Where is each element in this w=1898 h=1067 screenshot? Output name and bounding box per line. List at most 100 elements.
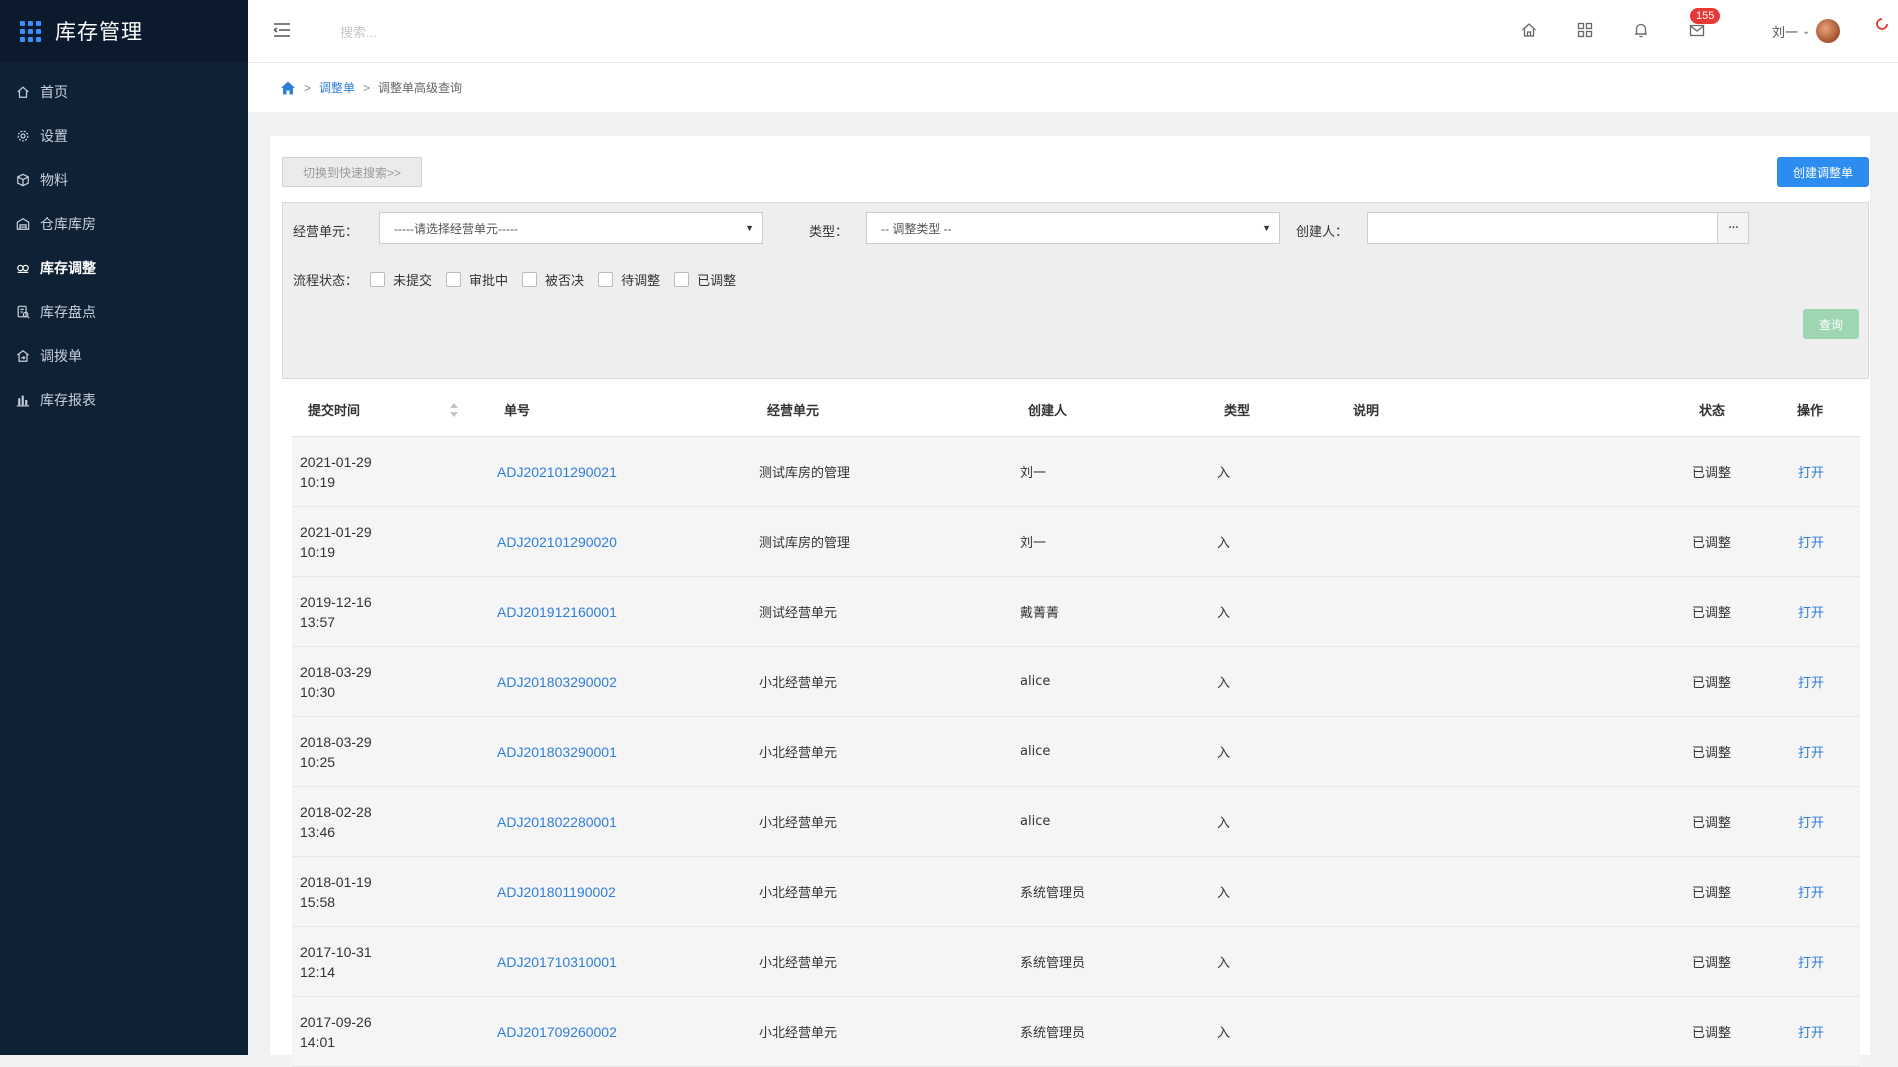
open-link[interactable]: 打开 [1798, 787, 1824, 856]
sidebar-item-inventory-check[interactable]: 库存盘点 [0, 290, 248, 334]
breadcrumb-separator: > [304, 80, 312, 95]
status-checkbox-unsubmitted[interactable]: 未提交 [370, 270, 432, 289]
sidebar-item-label: 仓库库房 [40, 217, 96, 233]
submit-date: 2018-03-29 [300, 663, 372, 680]
submit-time: 10:19 [300, 473, 336, 490]
table-row: 2018-02-28 13:46 ADJ201802280001 小北经营单元 … [292, 787, 1860, 857]
order-number-link[interactable]: ADJ201710310001 [497, 927, 617, 996]
search-input[interactable] [338, 18, 602, 46]
submit-date: 2017-10-31 [300, 943, 372, 960]
submit-time-cell: 2021-01-29 10:19 [300, 437, 372, 506]
status-cell: 已调整 [1692, 746, 1732, 761]
order-number-link[interactable]: ADJ201803290002 [497, 647, 617, 716]
creator-cell: alice [1020, 744, 1051, 759]
order-number-link[interactable]: ADJ201802280001 [497, 787, 617, 856]
menu-collapse-icon[interactable] [272, 20, 292, 40]
status-checkbox-rejected[interactable]: 被否决 [522, 270, 584, 289]
submit-time: 14:01 [300, 1033, 336, 1050]
type-select[interactable]: -- 调整类型 -- ▼ [866, 212, 1280, 244]
sidebar-item-reports[interactable]: 库存报表 [0, 378, 248, 422]
order-number-link[interactable]: ADJ201912160001 [497, 577, 617, 646]
checkbox[interactable] [674, 272, 690, 287]
type-cell: 入 [1217, 676, 1231, 691]
column-header-desc: 说明 [1353, 402, 1380, 418]
business-unit-cell: 小北经营单元 [759, 1026, 838, 1041]
submit-time: 10:25 [300, 753, 336, 770]
status-checkbox-approving[interactable]: 审批中 [446, 270, 508, 289]
brand: 库存管理 [0, 0, 248, 62]
open-link[interactable]: 打开 [1798, 577, 1824, 646]
order-number-link[interactable]: ADJ202101290020 [497, 507, 617, 576]
order-number-link[interactable]: ADJ201803290001 [497, 717, 617, 786]
submit-time-cell: 2018-03-29 10:25 [300, 717, 372, 786]
apps-icon[interactable] [1574, 19, 1596, 41]
open-link[interactable]: 打开 [1798, 927, 1824, 996]
sort-icon[interactable] [449, 402, 459, 418]
more-dots-icon: ··· [1727, 220, 1739, 236]
type-cell: 入 [1217, 746, 1231, 761]
sidebar-item-materials[interactable]: 物料 [0, 158, 248, 202]
sidebar-item-label: 调拨单 [40, 349, 82, 365]
home-icon[interactable] [1518, 19, 1540, 41]
sidebar-item-transfer[interactable]: 调拨单 [0, 334, 248, 378]
order-number-link[interactable]: ADJ201801190002 [497, 857, 616, 926]
business-unit-cell: 小北经营单元 [759, 816, 838, 831]
status-cell: 已调整 [1692, 606, 1732, 621]
mail-icon[interactable]: 155 [1686, 8, 1721, 41]
order-number-link[interactable]: ADJ202101290021 [497, 437, 617, 506]
type-select-value: -- 调整类型 -- [881, 221, 952, 236]
open-link[interactable]: 打开 [1798, 437, 1824, 506]
checkbox-label: 已调整 [697, 273, 737, 288]
column-header-time[interactable]: 提交时间 [308, 382, 360, 436]
status-cell: 已调整 [1692, 466, 1732, 481]
open-link[interactable]: 打开 [1798, 997, 1824, 1066]
checkbox[interactable] [522, 272, 538, 287]
sidebar-item-settings[interactable]: 设置 [0, 114, 248, 158]
sidebar-item-home[interactable]: 首页 [0, 70, 248, 114]
home-icon[interactable] [280, 80, 296, 96]
business-unit-cell: 测试库房的管理 [759, 466, 851, 481]
checkbox-label: 审批中 [469, 273, 509, 288]
creator-cell: 刘一 [1020, 536, 1047, 551]
query-button[interactable]: 查询 [1803, 309, 1859, 339]
status-cell: 已调整 [1692, 956, 1732, 971]
app-title: 库存管理 [55, 20, 143, 44]
main-card: 切换到快速搜索>> 创建调整单 经营单元： -----请选择经营单元----- … [270, 136, 1870, 1067]
inventory-check-icon [16, 305, 30, 319]
column-header-type: 类型 [1224, 402, 1251, 418]
avatar[interactable] [1816, 19, 1841, 43]
unit-select[interactable]: -----请选择经营单元----- ▼ [379, 212, 763, 244]
breadcrumb-separator: > [363, 80, 371, 95]
status-cell: 已调整 [1692, 536, 1732, 551]
checkbox[interactable] [598, 272, 614, 287]
open-link[interactable]: 打开 [1798, 717, 1824, 786]
open-link[interactable]: 打开 [1798, 857, 1824, 926]
breadcrumb-link-adjustment[interactable]: 调整单 [319, 79, 355, 96]
open-link[interactable]: 打开 [1798, 507, 1824, 576]
submit-date: 2017-09-26 [300, 1013, 372, 1030]
business-unit-cell: 测试库房的管理 [759, 536, 851, 551]
bell-icon[interactable] [1630, 19, 1652, 41]
status-cell: 已调整 [1692, 816, 1732, 831]
apps-grid-icon[interactable] [20, 20, 41, 42]
checkbox[interactable] [370, 272, 386, 287]
sidebar-item-inventory-adjust[interactable]: 库存调整 [0, 246, 248, 290]
unit-filter-label: 经营单元： [293, 224, 359, 239]
status-cell: 已调整 [1692, 886, 1732, 901]
status-checkbox-pending[interactable]: 待调整 [598, 270, 660, 289]
checkbox[interactable] [446, 272, 462, 287]
create-adjustment-button[interactable]: 创建调整单 [1777, 157, 1869, 187]
status-filter-group: 流程状态： 未提交 审批中 被否决 待调整 已调整 [293, 270, 750, 289]
status-checkbox-adjusted[interactable]: 已调整 [674, 270, 736, 289]
open-link[interactable]: 打开 [1798, 647, 1824, 716]
submit-date: 2018-02-28 [300, 803, 372, 820]
table-row: 2021-01-29 10:19 ADJ202101290020 测试库房的管理… [292, 507, 1860, 577]
order-number-link[interactable]: ADJ201709260002 [497, 997, 617, 1066]
user-menu[interactable]: 刘一 ⌄ [1772, 18, 1841, 44]
advanced-search-panel: 经营单元： -----请选择经营单元----- ▼ 类型： -- 调整类型 --… [282, 202, 1869, 379]
creator-picker-button[interactable]: ··· [1717, 212, 1749, 244]
creator-cell: 系统管理员 [1020, 956, 1086, 971]
switch-quick-search-button[interactable]: 切换到快速搜索>> [282, 157, 422, 187]
creator-input[interactable] [1367, 212, 1719, 244]
sidebar-item-warehouse[interactable]: 仓库库房 [0, 202, 248, 246]
